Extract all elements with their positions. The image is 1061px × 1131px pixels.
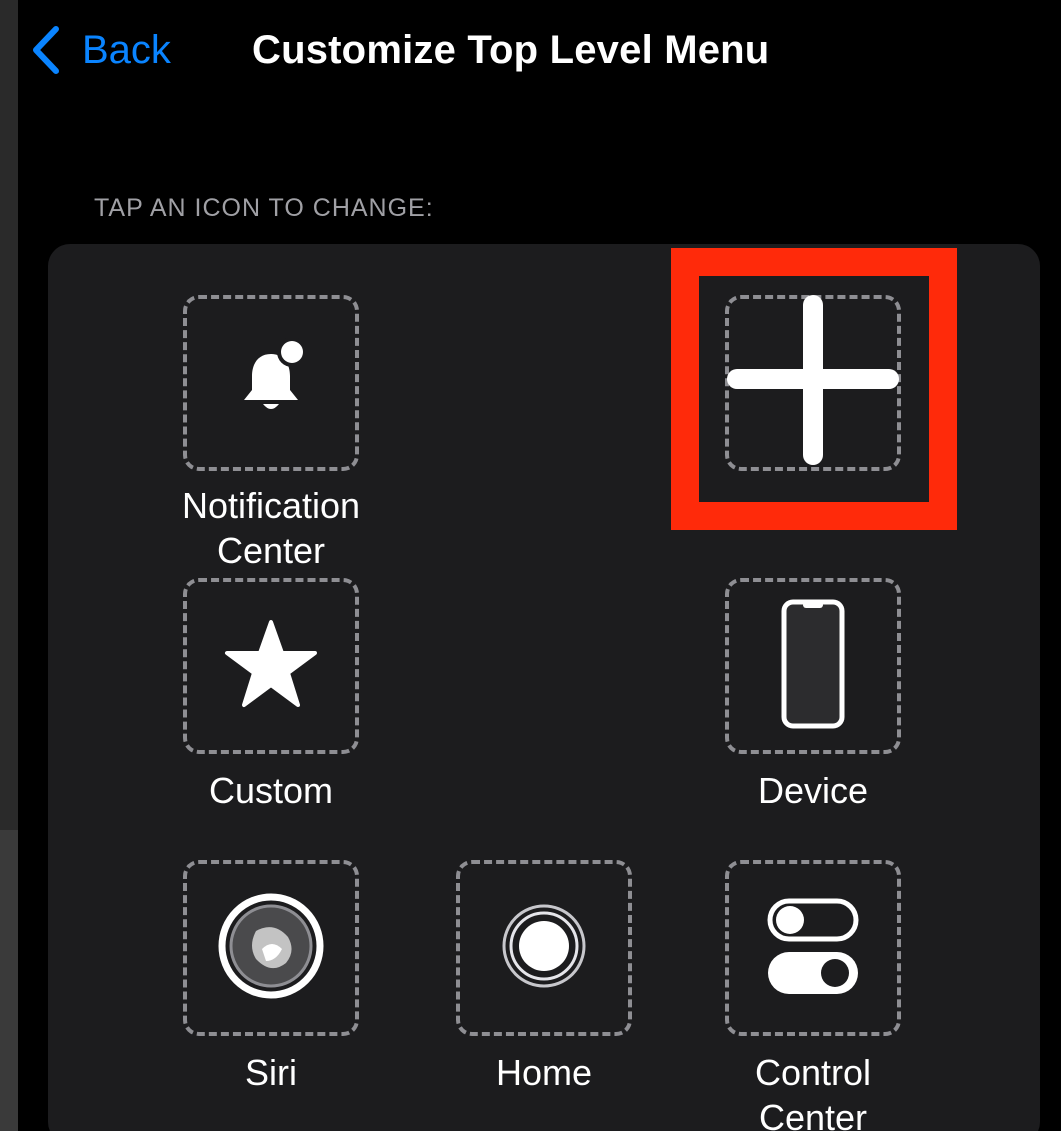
slot-home[interactable]	[456, 860, 632, 1036]
slot-label-custom: Custom	[121, 768, 421, 813]
control-toggles-icon	[765, 896, 861, 1001]
background-edge-lower	[0, 830, 18, 1131]
slot-label-line: Control	[754, 1052, 872, 1093]
slot-label-notification-center: Notification Center	[121, 483, 421, 573]
highlight-box	[671, 248, 957, 530]
bell-badge-icon	[226, 336, 316, 431]
back-button[interactable]: Back	[28, 22, 171, 78]
chevron-left-icon	[28, 25, 62, 75]
slot-label-line: Center	[758, 1097, 868, 1131]
slot-label-line: Siri	[245, 1052, 297, 1093]
back-label: Back	[82, 27, 171, 72]
slot-label-line: Custom	[208, 770, 334, 811]
siri-icon	[216, 891, 326, 1006]
slot-label-line: Notification	[181, 485, 361, 526]
slot-label-home: Home	[394, 1050, 694, 1095]
page-title: Customize Top Level Menu	[252, 27, 770, 72]
iphone-device-icon	[781, 599, 845, 734]
section-header: TAP AN ICON TO CHANGE:	[94, 194, 434, 222]
home-button-icon	[499, 901, 589, 996]
slot-control-center[interactable]	[725, 860, 901, 1036]
star-icon	[223, 618, 319, 715]
slot-label-device: Device	[663, 768, 963, 813]
slot-device[interactable]	[725, 578, 901, 754]
slot-notification-center[interactable]	[183, 295, 359, 471]
slot-custom[interactable]	[183, 578, 359, 754]
slot-label-line: Center	[216, 530, 326, 571]
slot-label-line: Home	[495, 1052, 593, 1093]
slot-siri[interactable]	[183, 860, 359, 1036]
slot-label-line: Device	[757, 770, 869, 811]
slot-label-siri: Siri	[121, 1050, 421, 1095]
screen: Back Customize Top Level Menu TAP AN ICO…	[18, 0, 1061, 1131]
slot-label-control-center: Control Center	[663, 1050, 963, 1131]
